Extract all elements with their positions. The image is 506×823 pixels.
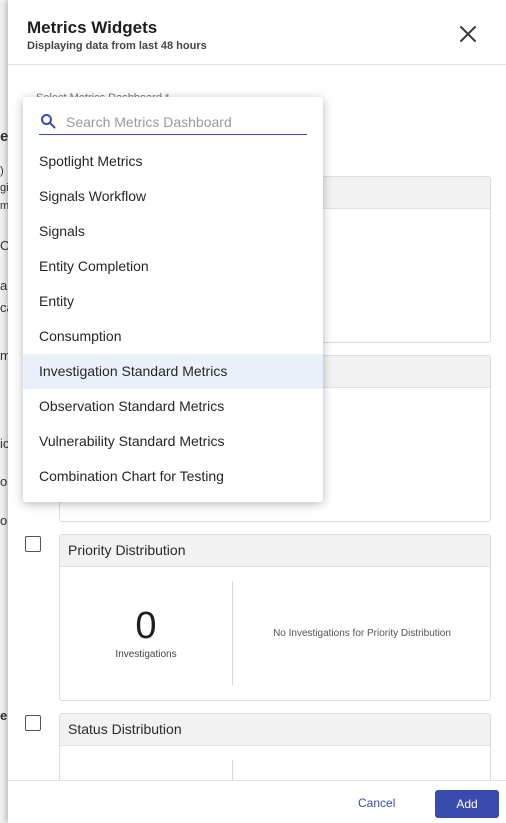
panel-title: Metrics Widgets (27, 18, 158, 37)
widget-card-priority-distribution: Priority Distribution 0 Investigations N… (59, 534, 491, 701)
option-combination-chart-for-testing[interactable]: Combination Chart for Testing (23, 459, 323, 494)
close-icon (460, 26, 476, 42)
option-spotlight-metrics[interactable]: Spotlight Metrics (23, 144, 323, 179)
dashboard-search (39, 109, 307, 135)
widget-title: Status Distribution (60, 714, 490, 746)
metric-label: Investigations (115, 649, 177, 660)
panel-subtitle: Displaying data from last 48 hours (27, 40, 207, 52)
search-icon (41, 114, 56, 129)
option-entity[interactable]: Entity (23, 284, 323, 319)
option-vulnerability-standard-metrics[interactable]: Vulnerability Standard Metrics (23, 424, 323, 459)
panel-header: Metrics Widgets Displaying data from las… (8, 0, 506, 65)
panel-footer: Cancel Add (8, 780, 506, 823)
background-text: e (0, 708, 8, 723)
option-entity-completion[interactable]: Entity Completion (23, 249, 323, 284)
empty-state-text: No Investigations for Priority Distribut… (273, 628, 451, 639)
widget-title: Priority Distribution (60, 535, 490, 567)
option-signals-workflow[interactable]: Signals Workflow (23, 179, 323, 214)
search-input[interactable] (66, 112, 304, 132)
close-button[interactable] (456, 22, 480, 46)
dashboard-options: Spotlight Metrics Signals Workflow Signa… (23, 144, 323, 494)
option-investigation-standard-metrics[interactable]: Investigation Standard Metrics (23, 354, 323, 389)
dashboard-dropdown: Spotlight Metrics Signals Workflow Signa… (23, 97, 323, 502)
status-distribution-checkbox[interactable] (25, 715, 41, 731)
background-text: ) (0, 165, 4, 177)
option-consumption[interactable]: Consumption (23, 319, 323, 354)
cancel-button[interactable]: Cancel (358, 796, 395, 810)
option-signals[interactable]: Signals (23, 214, 323, 249)
option-observation-standard-metrics[interactable]: Observation Standard Metrics (23, 389, 323, 424)
priority-distribution-checkbox[interactable] (25, 536, 41, 552)
background-text: o (0, 474, 8, 489)
metric-value: 0 (135, 605, 157, 647)
add-button[interactable]: Add (435, 790, 499, 818)
